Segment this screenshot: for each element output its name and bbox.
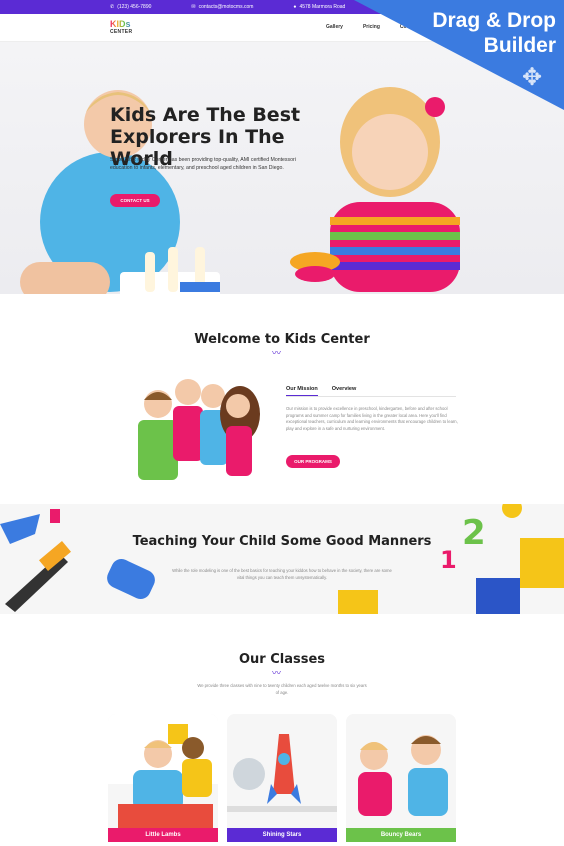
location-pin-icon: ● [293, 4, 297, 10]
promo-corner-banner: Drag & Drop Builder ✥ [354, 0, 564, 110]
squiggle-divider-icon: 〰 [272, 668, 281, 678]
class-label: Bouncy Bears [346, 828, 456, 842]
shining-stars-image [227, 714, 337, 828]
squiggle-divider-icon: 〰 [272, 348, 281, 358]
bouncy-bears-image [346, 714, 456, 828]
class-card-little-lambs[interactable]: Little Lambs [108, 714, 218, 842]
class-label: Little Lambs [108, 828, 218, 842]
hero-text: Since 1992 Kiddy Center has been providi… [110, 157, 296, 171]
nav-item-gallery[interactable]: Gallery [326, 24, 343, 30]
teaching-text: While the role modeling is one of the be… [172, 568, 392, 580]
class-card-shining-stars[interactable]: Shining Stars [227, 714, 337, 842]
tab-our-mission[interactable]: Our Mission [286, 386, 318, 396]
mission-tabs: Our Mission Overview [286, 386, 356, 396]
classes-description: We provide three classes with nine to tw… [197, 683, 367, 695]
toys-background-image: 2 1 [0, 504, 564, 614]
tab-overview[interactable]: Overview [332, 386, 356, 396]
phone-icon: ✆ [110, 4, 115, 10]
class-card-bouncy-bears[interactable]: Bouncy Bears [346, 714, 456, 842]
address-contact: ● 4578 Marmora Road [293, 4, 346, 10]
class-label: Shining Stars [227, 828, 337, 842]
svg-text:1: 1 [440, 546, 457, 574]
contact-us-button[interactable]: CONTACT US [110, 194, 160, 207]
mission-text: Our mission is to provide excellence in … [286, 406, 458, 431]
welcome-title: Welcome to Kids Center [194, 332, 370, 347]
logo-subtext: CENTER [110, 29, 133, 35]
move-arrows-icon: ✥ [521, 64, 543, 91]
our-programs-button[interactable]: OUR PROGRAMS [286, 455, 340, 468]
teaching-section: 2 1 Teaching Your Child Some Good Manner… [0, 504, 564, 614]
group-of-kids-image [138, 379, 260, 480]
teaching-title: Teaching Your Child Some Good Manners [132, 534, 432, 549]
promo-line-2: Builder [483, 34, 556, 57]
site-logo[interactable]: KIDs CENTER [110, 19, 132, 36]
mail-icon: ✉ [191, 4, 196, 10]
phone-contact[interactable]: ✆ (123) 456-7890 [110, 4, 151, 10]
classes-title: Our Classes [238, 652, 326, 667]
promo-line-1: Drag & Drop [432, 9, 556, 32]
email-contact[interactable]: ✉ contacts@motocms.com [191, 4, 253, 10]
little-lambs-image [108, 714, 218, 828]
